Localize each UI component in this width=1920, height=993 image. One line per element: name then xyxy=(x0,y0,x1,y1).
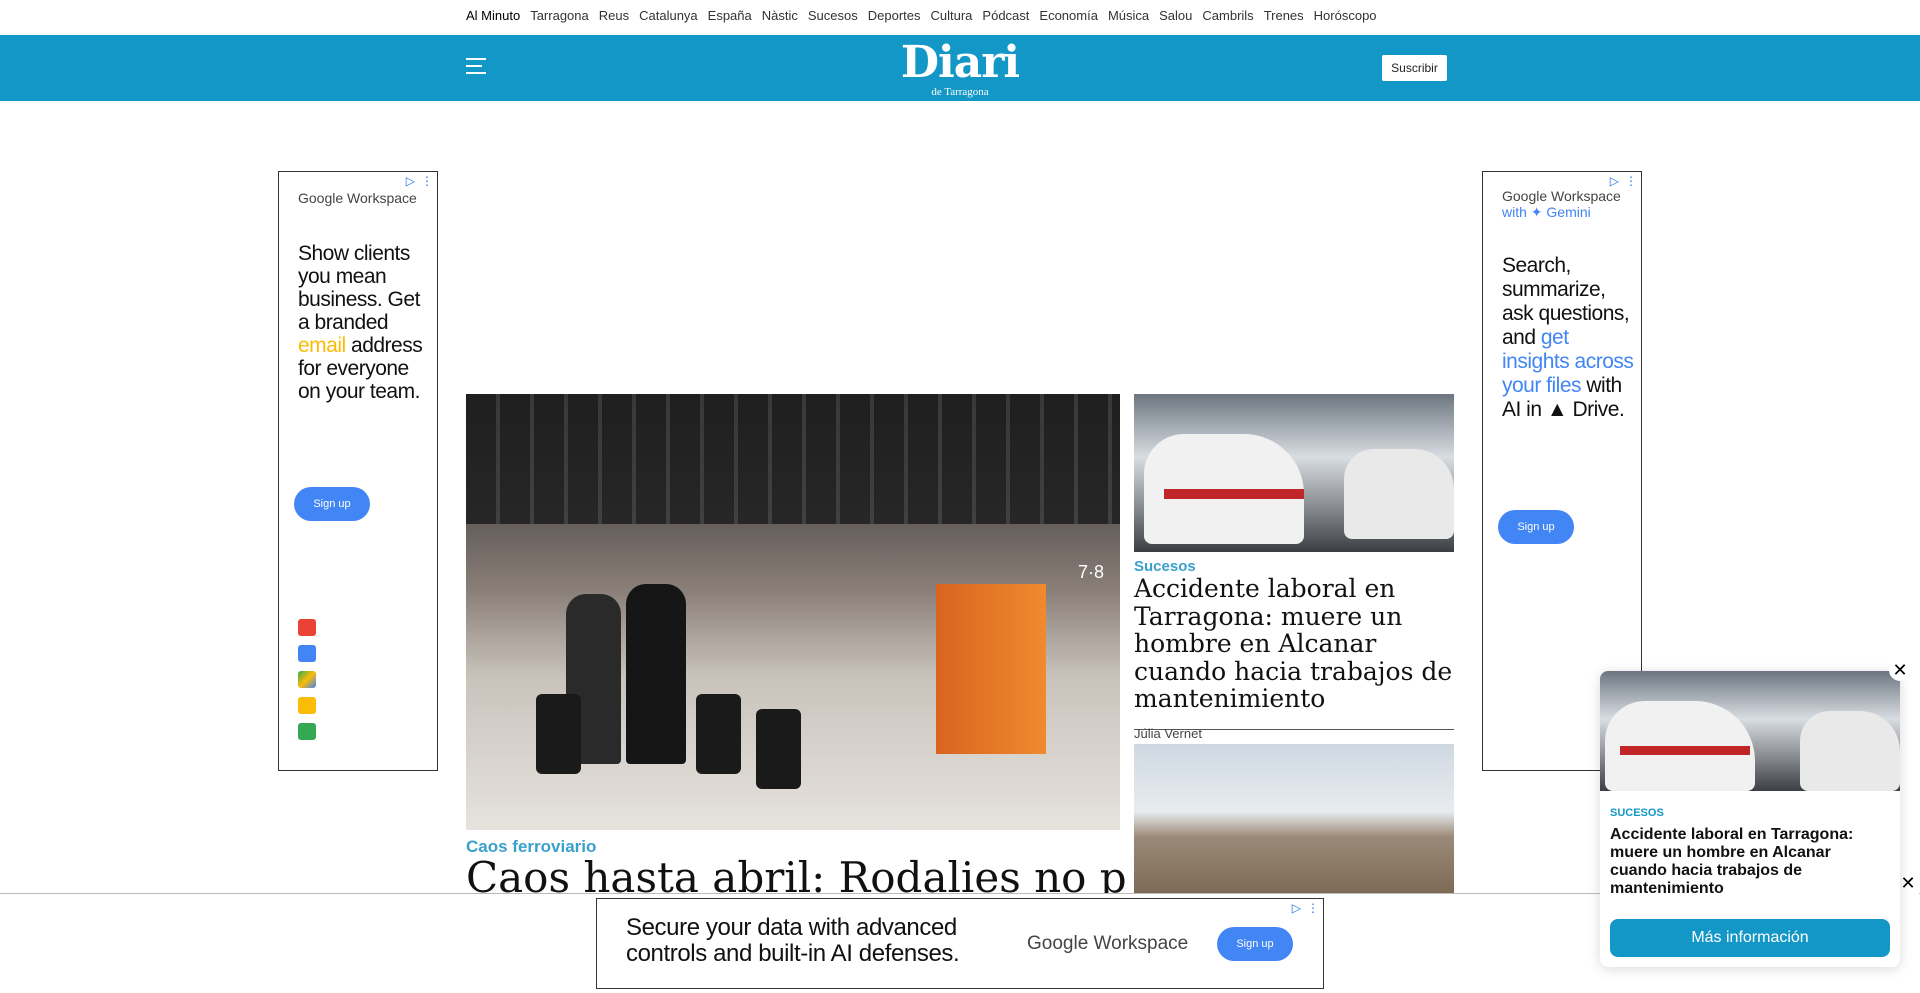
police-stripe xyxy=(1164,489,1304,499)
nav-item-deportes[interactable]: Deportes xyxy=(868,8,921,23)
docs-icon xyxy=(298,697,316,714)
app-icons xyxy=(298,619,316,740)
ad-copy: Show clients you mean business. Get a br… xyxy=(298,242,433,403)
side-article-image[interactable] xyxy=(1134,394,1454,552)
calendar-icon xyxy=(298,645,316,662)
close-banner-icon[interactable]: ✕ xyxy=(1897,872,1919,894)
ad-brand: Google Workspace with ✦ Gemini xyxy=(1502,188,1621,220)
banner-copy: Secure your data with advanced controls … xyxy=(626,914,960,967)
site-header: Diari de Tarragona Suscribir xyxy=(0,35,1920,101)
nav-item-nastic[interactable]: Nàstic xyxy=(762,8,798,23)
traveler xyxy=(626,584,686,764)
ad-signup-button[interactable]: Sign up xyxy=(1498,510,1574,544)
ad-copy-part: Show clients you mean business. Get a br… xyxy=(298,242,420,334)
ticket-machines xyxy=(936,584,1046,754)
recommendation-popup[interactable]: SUCESOS Accidente laboral en Tarragona: … xyxy=(1600,671,1900,967)
hero-title[interactable]: Caos hasta abril: Rodalies no prevé xyxy=(466,853,1126,893)
banner-brand: Google Workspace xyxy=(1027,933,1189,954)
nav-item-podcast[interactable]: Pódcast xyxy=(982,8,1029,23)
police-car xyxy=(1344,449,1454,539)
close-popup-icon[interactable]: ✕ xyxy=(1889,659,1911,681)
second-article-image[interactable] xyxy=(1134,744,1454,894)
banner-signup-button[interactable]: Sign up xyxy=(1217,927,1293,961)
meet-icon xyxy=(298,723,316,740)
hero-image[interactable]: 7·8 xyxy=(466,394,1120,830)
suitcase xyxy=(696,694,741,774)
ad-brand-line: Google Workspace xyxy=(1502,188,1621,204)
police-car xyxy=(1800,711,1900,791)
logo-main-text: Diari xyxy=(900,37,1020,88)
ad-brand: Google Workspace xyxy=(298,190,417,206)
nav-item-economia[interactable]: Economía xyxy=(1039,8,1098,23)
nav-item-cambrils[interactable]: Cambrils xyxy=(1202,8,1253,23)
more-info-button[interactable]: Más información xyxy=(1610,919,1890,957)
site-logo[interactable]: Diari de Tarragona xyxy=(880,37,1040,98)
banner-copy-line: Secure your data with advanced xyxy=(626,914,957,941)
left-skyscraper-ad[interactable]: ▷ ⋮ Google Workspace Show clients you mea… xyxy=(278,171,438,771)
platform-number: 7·8 xyxy=(1078,562,1105,582)
ad-choices-icon[interactable]: ▷ ⋮ xyxy=(406,174,433,188)
ad-brand-line: with ✦ Gemini xyxy=(1502,204,1591,220)
side-article-title[interactable]: Accidente laboral en Tarragona: muere un… xyxy=(1134,575,1459,713)
bottom-banner-ad[interactable]: ▷ ⋮ Secure your data with advanced contro… xyxy=(596,898,1324,989)
popup-title[interactable]: Accidente laboral en Tarragona: muere un… xyxy=(1610,826,1890,898)
popup-image[interactable] xyxy=(1600,671,1900,791)
nav-item-sucesos[interactable]: Sucesos xyxy=(808,8,858,23)
side-article-author[interactable]: Júlia Vernet xyxy=(1134,726,1202,741)
logo-sub-text: de Tarragona xyxy=(931,86,989,98)
gmail-icon xyxy=(298,619,316,636)
ad-choices-icon[interactable]: ▷ ⋮ xyxy=(1610,174,1637,188)
nav-item-catalunya[interactable]: Catalunya xyxy=(639,8,698,23)
suitcase xyxy=(756,709,801,789)
nav-item-musica[interactable]: Música xyxy=(1108,8,1149,23)
hero-ceiling xyxy=(466,394,1120,524)
drive-icon xyxy=(298,671,316,688)
ad-copy-highlight: email xyxy=(298,334,346,357)
nav-item-trenes[interactable]: Trenes xyxy=(1264,8,1304,23)
nav-item-espana[interactable]: España xyxy=(708,8,752,23)
nav-item-salou[interactable]: Salou xyxy=(1159,8,1192,23)
subscribe-button[interactable]: Suscribir xyxy=(1382,55,1447,81)
popup-kicker: SUCESOS xyxy=(1610,807,1664,819)
nav-item-al-minuto[interactable]: Al Minuto xyxy=(466,8,520,23)
nav-item-reus[interactable]: Reus xyxy=(599,8,629,23)
side-article-kicker[interactable]: Sucesos xyxy=(1134,558,1196,575)
nav-item-cultura[interactable]: Cultura xyxy=(931,8,973,23)
nav-item-tarragona[interactable]: Tarragona xyxy=(530,8,589,23)
banner-copy-line: controls and built-in AI defenses. xyxy=(626,940,960,967)
suitcase xyxy=(536,694,581,774)
top-navigation: Al Minuto Tarragona Reus Catalunya Españ… xyxy=(0,0,1920,35)
police-stripe xyxy=(1620,746,1750,755)
ad-choices-icon[interactable]: ▷ ⋮ xyxy=(1292,901,1319,915)
nav-item-horoscopo[interactable]: Horóscopo xyxy=(1314,8,1377,23)
ad-signup-button[interactable]: Sign up xyxy=(294,487,370,521)
menu-icon[interactable] xyxy=(466,58,486,74)
ad-copy: Search, summarize, ask questions, and ge… xyxy=(1502,254,1637,422)
